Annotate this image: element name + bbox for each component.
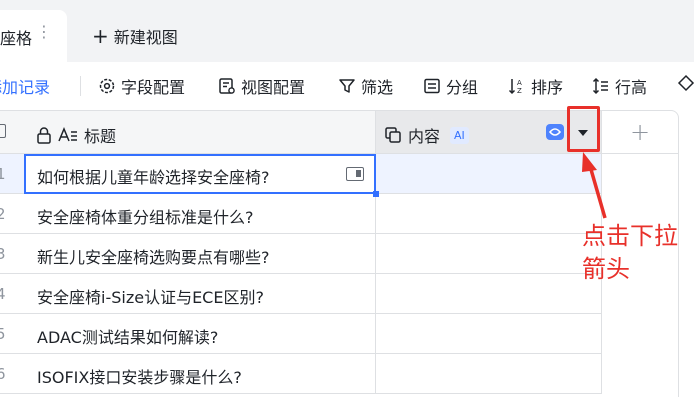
title-cell-text: 安全座椅i-Size认证与ECE区别?: [37, 288, 264, 307]
toolbar: 添加记录 字段配置 视图配置 筛选 分组 AZ 排序 行高: [0, 62, 694, 110]
more-vertical-icon[interactable]: ⋮: [36, 24, 52, 40]
filter-icon: [339, 79, 355, 93]
ai-content-icon: [385, 127, 401, 143]
new-view-button[interactable]: + 新建视图: [92, 24, 178, 48]
add-record-label: 添加记录: [0, 78, 51, 97]
content-cell[interactable]: [376, 234, 602, 274]
header-checkbox-cell[interactable]: [0, 110, 24, 154]
toolbar-divider: [80, 76, 81, 96]
sort-icon: AZ: [508, 79, 522, 95]
table-row[interactable]: 4 安全座椅i-Size认证与ECE区别?: [0, 274, 602, 314]
row-number: 4: [0, 285, 6, 303]
group-button[interactable]: 分组: [423, 74, 478, 98]
expand-record-icon[interactable]: [346, 167, 364, 181]
tab-active-view[interactable]: 座格 ⋮: [0, 10, 67, 62]
header-title-column[interactable]: 标题: [24, 110, 376, 154]
title-cell[interactable]: 安全座椅体重分组标准是什么?: [24, 194, 376, 234]
ai-generate-icon[interactable]: [546, 124, 564, 140]
title-cell[interactable]: ISOFIX接口安装步骤是什么?: [24, 354, 376, 394]
lock-icon: [37, 127, 51, 144]
add-record-button[interactable]: 添加记录: [0, 74, 50, 98]
title-cell-text: ADAC测试结果如何解读?: [37, 328, 219, 347]
add-column-cell[interactable]: +: [602, 110, 679, 154]
table-row[interactable]: 3 新生儿安全座椅选购要点有哪些?: [0, 234, 602, 274]
row-height-label: 行高: [615, 78, 648, 97]
new-view-label: 新建视图: [113, 28, 178, 47]
header-content-label-group: 内容 AI: [384, 123, 469, 147]
row-number: 2: [0, 205, 6, 223]
annotation-highlight-box: [567, 106, 600, 152]
add-column-plus-icon[interactable]: +: [630, 120, 650, 144]
ai-badge: AI: [450, 126, 469, 144]
header-title-label-group: 标题: [36, 123, 116, 147]
table-row[interactable]: 5 ADAC测试结果如何解读?: [0, 314, 602, 354]
title-cell[interactable]: 安全座椅i-Size认证与ECE区别?: [24, 274, 376, 314]
group-icon: [424, 78, 440, 94]
title-cell-text: 新生儿安全座椅选购要点有哪些?: [37, 248, 270, 267]
filter-button[interactable]: 筛选: [338, 74, 393, 98]
content-cell[interactable]: [376, 154, 602, 194]
view-config-label: 视图配置: [241, 78, 306, 97]
title-cell-text: ISOFIX接口安装步骤是什么?: [37, 368, 242, 387]
more-toolbar-button[interactable]: [677, 74, 694, 92]
content-cell[interactable]: [376, 354, 602, 394]
header-title-label: 标题: [84, 127, 117, 146]
sort-label: 排序: [531, 78, 564, 97]
row-height-button[interactable]: 行高: [592, 74, 647, 98]
row-number: 6: [0, 365, 6, 383]
view-config-icon: [219, 78, 235, 94]
filter-label: 筛选: [361, 78, 394, 97]
title-cell[interactable]: 如何根据儿童年龄选择安全座椅?: [24, 154, 376, 194]
plus-icon: +: [92, 24, 109, 48]
view-tab-bar: 座格 ⋮ + 新建视图: [0, 0, 694, 62]
svg-text:A: A: [517, 79, 522, 87]
content-cell[interactable]: [376, 314, 602, 354]
selection-fill-handle[interactable]: [373, 191, 379, 197]
svg-text:Z: Z: [517, 87, 522, 95]
gear-icon: [99, 78, 115, 94]
paint-bucket-icon: [677, 74, 694, 92]
content-cell[interactable]: [376, 194, 602, 234]
row-height-icon: [592, 77, 608, 95]
text-field-icon: [58, 127, 77, 142]
title-cell[interactable]: ADAC测试结果如何解读?: [24, 314, 376, 354]
row-number: 5: [0, 325, 6, 343]
title-cell-text: 如何根据儿童年龄选择安全座椅?: [37, 168, 270, 187]
tab-active-label: 座格: [0, 29, 33, 48]
annotation-text: 点击下拉 箭头: [582, 222, 678, 283]
field-config-label: 字段配置: [121, 78, 186, 97]
header-content-label: 内容: [408, 127, 441, 146]
row-number: 1: [0, 165, 6, 183]
table-row[interactable]: 2 安全座椅体重分组标准是什么?: [0, 194, 602, 234]
view-config-button[interactable]: 视图配置: [218, 74, 305, 98]
sort-button[interactable]: AZ 排序: [508, 74, 563, 98]
table-row[interactable]: 6 ISOFIX接口安装步骤是什么?: [0, 354, 602, 394]
row-number: 3: [0, 245, 6, 263]
content-cell[interactable]: [376, 274, 602, 314]
group-label: 分组: [446, 78, 479, 97]
select-all-checkbox[interactable]: [0, 124, 6, 138]
field-config-button[interactable]: 字段配置: [98, 74, 185, 98]
table-row[interactable]: 1 如何根据儿童年龄选择安全座椅?: [0, 154, 602, 194]
title-cell[interactable]: 新生儿安全座椅选购要点有哪些?: [24, 234, 376, 274]
title-cell-text: 安全座椅体重分组标准是什么?: [37, 208, 254, 227]
